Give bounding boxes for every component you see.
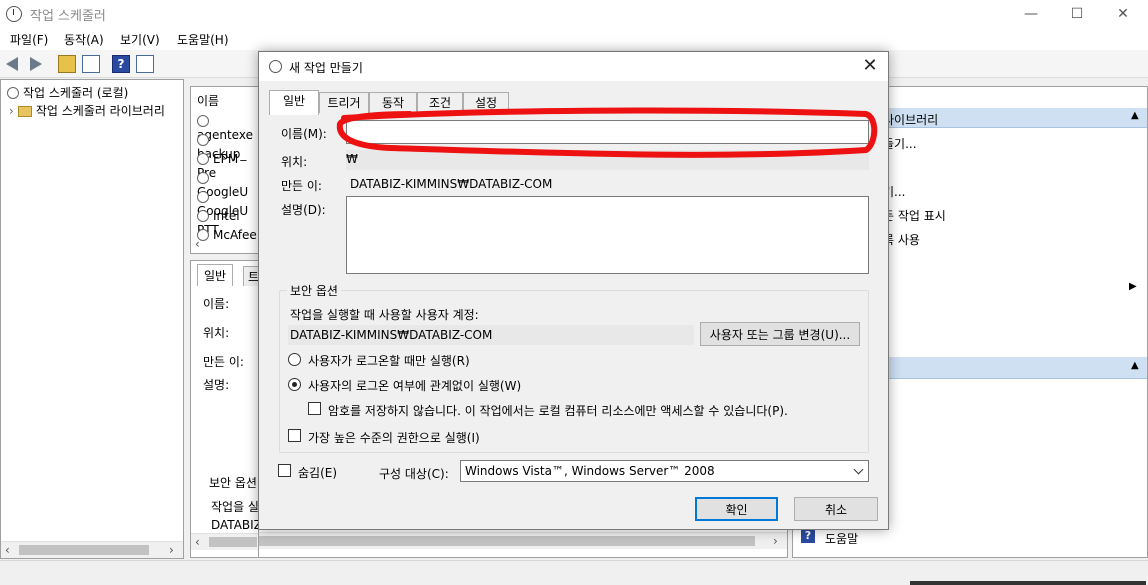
task-scheduler-icon xyxy=(6,6,22,22)
task-icon xyxy=(197,134,209,146)
scroll-right-icon[interactable]: › xyxy=(773,534,778,548)
submenu-arrow-icon[interactable]: ▶ xyxy=(1129,281,1137,292)
cancel-button[interactable]: 취소 xyxy=(794,497,878,521)
detail-description-label: 설명: xyxy=(203,378,230,392)
author-label: 만든 이: xyxy=(281,179,322,193)
window-title: 작업 스케줄러 xyxy=(30,9,106,24)
dialog-title: 새 작업 만들기 xyxy=(289,61,363,75)
collapse-up-icon[interactable]: ▲ xyxy=(1131,360,1139,371)
detail-tab-general[interactable]: 일반 xyxy=(197,264,234,286)
configure-label: 구성 대상(C): xyxy=(379,467,449,481)
highest-privileges-checkbox[interactable] xyxy=(288,429,301,442)
minimize-button[interactable]: — xyxy=(1008,0,1054,28)
ok-button[interactable]: 확인 xyxy=(695,497,778,521)
scrollbar-thumb[interactable] xyxy=(259,536,755,546)
location-label: 위치: xyxy=(281,155,308,169)
description-textarea[interactable] xyxy=(346,196,869,274)
task-icon xyxy=(197,191,209,203)
change-user-button[interactable]: 사용자 또는 그룹 변경(U)... xyxy=(700,322,860,346)
tab-general[interactable]: 일반 xyxy=(269,90,319,115)
no-store-password-checkbox[interactable] xyxy=(308,402,321,415)
task-icon xyxy=(197,115,209,127)
account-prompt: 작업을 실행할 때 사용할 사용자 계정: xyxy=(290,308,479,322)
radio-logged-on-only[interactable] xyxy=(288,353,301,366)
navigation-tree: 작업 스케줄러 (로컬) › 작업 스케줄러 라이브러리 ‹ › xyxy=(0,79,184,559)
red-annotation-mark xyxy=(336,107,878,158)
highest-privileges-label[interactable]: 가장 높은 수준의 권한으로 실행(I) xyxy=(308,429,480,446)
status-bar-edge xyxy=(910,581,1146,585)
no-store-password-label[interactable]: 암호를 저장하지 않습니다. 이 작업에서는 로컬 컴퓨터 리소스에만 액세스할… xyxy=(328,402,788,419)
column-header-name[interactable]: 이름 xyxy=(197,92,219,109)
task-icon xyxy=(197,172,209,184)
chevron-down-icon[interactable] xyxy=(853,464,864,475)
chevron-right-icon[interactable]: › xyxy=(9,104,14,118)
hidden-checkbox[interactable] xyxy=(278,464,291,477)
dialog-title-bar: 새 작업 만들기 ✕ xyxy=(259,52,888,81)
task-detail-pane: 일반 트 이름: 위치: 만든 이: 설명: 보안 옵션 작업을 실 DATAB… xyxy=(190,260,294,558)
detail-pane-bottom: › xyxy=(258,530,788,558)
scroll-left-icon[interactable]: ‹ xyxy=(195,535,200,549)
action-help[interactable]: 도움말 xyxy=(825,530,858,547)
menu-file[interactable]: 파일(F) xyxy=(10,31,48,48)
radio-logged-on-label[interactable]: 사용자가 로그온할 때만 실행(R) xyxy=(308,352,470,369)
detail-author-label: 만든 이: xyxy=(203,355,244,369)
security-options-title: 보안 옵션 xyxy=(287,282,341,299)
close-button[interactable]: ✕ xyxy=(1100,0,1146,28)
help-icon: ? xyxy=(801,529,815,543)
menu-action[interactable]: 동작(A) xyxy=(64,31,104,48)
tree-horizontal-scrollbar[interactable]: ‹ › xyxy=(1,541,183,558)
dialog-close-button[interactable]: ✕ xyxy=(857,55,883,77)
title-bar: 작업 스케줄러 — ☐ ✕ xyxy=(0,0,1148,28)
hidden-label[interactable]: 숨김(E) xyxy=(298,464,337,481)
scroll-left-icon[interactable]: ‹ xyxy=(5,543,10,557)
general-tab-panel: 이름(M): 위치: ₩ 만든 이: DATABIZ-KIMMINS₩DATAB… xyxy=(268,113,879,523)
tree-root[interactable]: 작업 스케줄러 (로컬) xyxy=(7,84,128,101)
tree-library[interactable]: › 작업 스케줄러 라이브러리 xyxy=(9,102,165,119)
description-label: 설명(D): xyxy=(281,203,326,217)
task-icon xyxy=(197,153,209,165)
folder-clock-icon xyxy=(17,106,32,117)
back-arrow-icon[interactable] xyxy=(6,57,18,71)
detail-horizontal-scrollbar[interactable]: › xyxy=(259,532,787,549)
collapse-up-icon[interactable]: ▲ xyxy=(1131,110,1139,121)
menu-bar: 파일(F) 동작(A) 보기(V) 도움말(H) xyxy=(0,28,1148,50)
show-hide-tree-icon[interactable] xyxy=(82,55,100,73)
detail-name-label: 이름: xyxy=(203,297,230,311)
detail-security-label: 보안 옵션 xyxy=(209,476,257,490)
scrollbar-thumb[interactable] xyxy=(19,545,149,555)
clock-icon xyxy=(7,87,19,99)
account-field: DATABIZ-KIMMINS₩DATABIZ-COM xyxy=(288,325,694,345)
task-list: 이름 agentexe backup_ EPM Pre GoogleU Goog… xyxy=(190,86,260,254)
maximize-button[interactable]: ☐ xyxy=(1054,0,1100,28)
scroll-left-icon[interactable]: ‹ xyxy=(195,237,200,251)
show-action-pane-icon[interactable] xyxy=(136,55,154,73)
folder-up-icon[interactable] xyxy=(58,55,76,73)
radio-run-always-label[interactable]: 사용자의 로그온 여부에 관계없이 실행(W) xyxy=(308,377,521,394)
detail-horizontal-scrollbar[interactable]: ‹ xyxy=(191,533,259,550)
scrollbar-thumb[interactable] xyxy=(209,537,257,547)
detail-location-label: 위치: xyxy=(203,326,230,340)
configure-for-select[interactable]: Windows Vista™, Windows Server™ 2008 xyxy=(460,460,869,482)
menu-view[interactable]: 보기(V) xyxy=(120,31,160,48)
help-icon[interactable]: ? xyxy=(112,55,130,73)
clock-icon xyxy=(269,60,282,73)
detail-run-as-label: 작업을 실 xyxy=(211,500,259,514)
radio-run-always[interactable] xyxy=(288,378,301,391)
menu-help[interactable]: 도움말(H) xyxy=(177,31,229,48)
forward-arrow-icon[interactable] xyxy=(30,57,42,71)
status-bar xyxy=(0,560,1148,585)
action-display-all[interactable]: 든 작업 표시 xyxy=(883,207,946,224)
name-label: 이름(M): xyxy=(281,127,327,141)
author-value: DATABIZ-KIMMINS₩DATABIZ-COM xyxy=(350,177,553,191)
scroll-right-icon[interactable]: › xyxy=(169,543,174,557)
table-row[interactable]: McAfee xyxy=(197,228,257,242)
task-icon xyxy=(197,210,209,222)
